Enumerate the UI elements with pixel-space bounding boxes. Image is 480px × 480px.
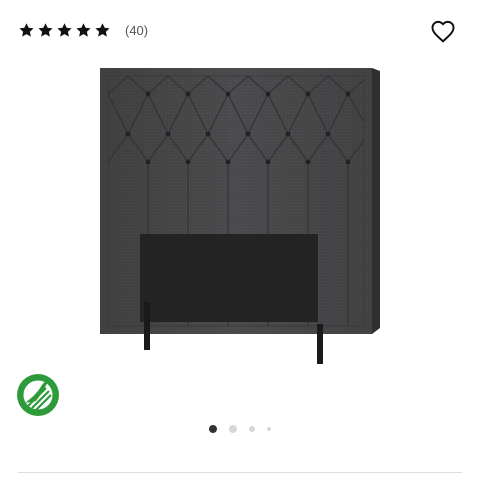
review-count[interactable]: (40): [125, 23, 148, 38]
carousel-dot-1-active[interactable]: [209, 425, 217, 433]
carousel-dot-4[interactable]: [267, 427, 271, 431]
star-rating[interactable]: (40): [18, 22, 148, 39]
nordic-swan-ecolabel-icon: [17, 374, 59, 416]
star-icon: [19, 23, 34, 37]
headboard-product-image[interactable]: [90, 62, 390, 372]
carousel-dot-3[interactable]: [249, 426, 255, 432]
star-icon: [95, 23, 110, 37]
image-carousel-indicator: [0, 423, 480, 435]
star-icon: [57, 23, 72, 37]
product-header: (40): [0, 0, 480, 62]
heart-outline-icon[interactable]: [430, 19, 456, 43]
star-icon: [76, 23, 91, 37]
carousel-dot-2[interactable]: [229, 425, 237, 433]
section-divider: [18, 472, 462, 473]
star-icon: [38, 23, 53, 37]
